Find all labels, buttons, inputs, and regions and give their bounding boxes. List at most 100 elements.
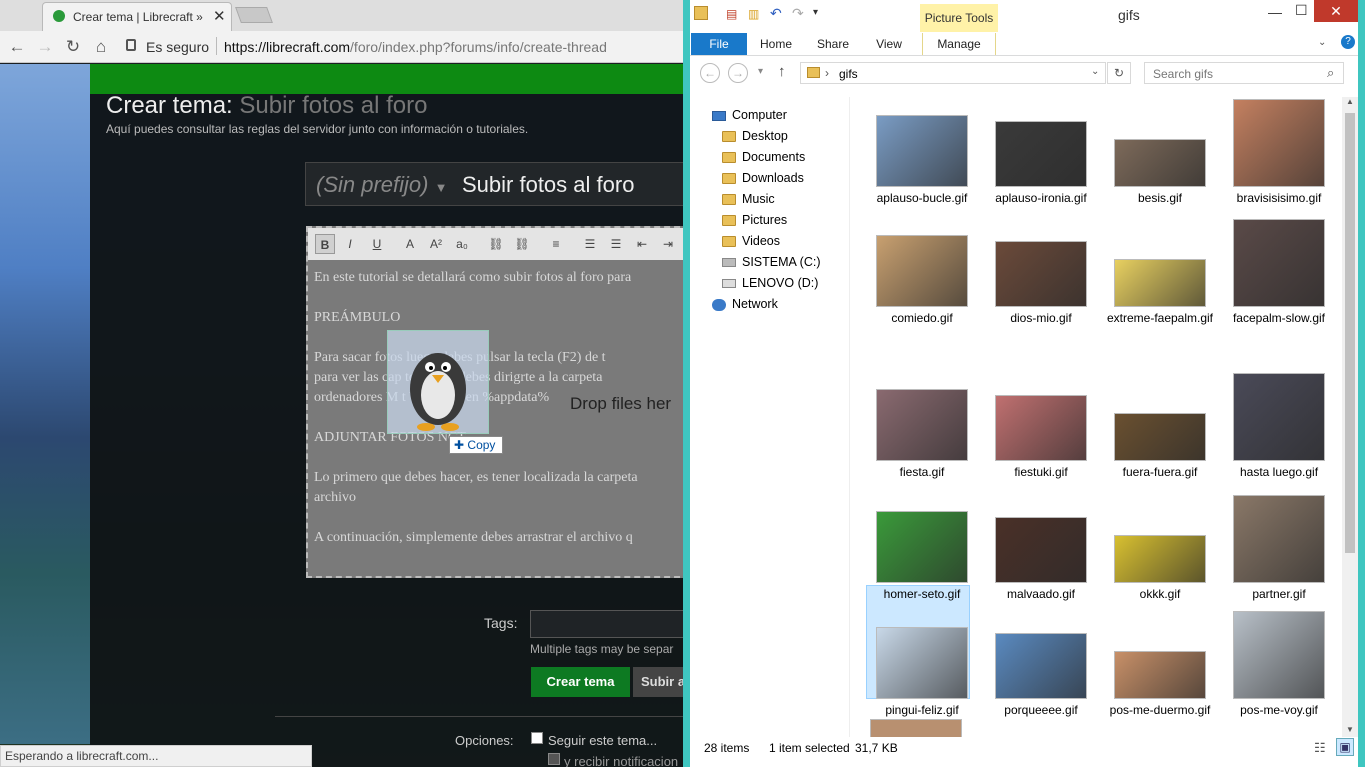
tree-item-documents[interactable]: Documents — [722, 147, 805, 167]
details-view-icon[interactable]: ☷ — [1314, 740, 1326, 756]
tree-item-computer[interactable]: Computer — [712, 105, 787, 125]
scrollbar-thumb[interactable] — [1345, 113, 1355, 553]
create-thread-button[interactable]: Crear tema — [531, 667, 630, 697]
file-item[interactable]: pingui-feliz.gif — [864, 605, 980, 717]
file-item[interactable]: dios-mio.gif — [983, 213, 1099, 325]
tab-share[interactable]: Share — [810, 33, 856, 55]
prefix-select[interactable]: (Sin prefijo) ▼ — [316, 172, 447, 198]
editor-tool-button[interactable]: U — [367, 234, 387, 254]
file-item[interactable]: hasta luego.gif — [1221, 367, 1337, 479]
close-tab-icon[interactable]: ✕ — [213, 7, 226, 25]
file-item[interactable]: besis.gif — [1102, 97, 1218, 205]
file-item[interactable]: bravisisisimo.gif — [1221, 97, 1337, 205]
tab-view[interactable]: View — [866, 33, 912, 55]
editor-tool-button[interactable]: A — [400, 234, 420, 254]
file-item[interactable]: porqueeee.gif — [983, 605, 1099, 717]
tab-file[interactable]: File — [691, 33, 747, 55]
tree-item-drive-d[interactable]: LENOVO (D:) — [722, 273, 818, 293]
tags-input[interactable] — [530, 610, 690, 638]
tree-label: Computer — [732, 108, 787, 122]
editor-tool-button[interactable]: a₀ — [452, 234, 472, 254]
tree-label: SISTEMA (C:) — [742, 255, 821, 269]
file-item[interactable]: pos-me-duermo.gif — [1102, 605, 1218, 717]
file-item[interactable]: extreme-faepalm.gif — [1102, 213, 1218, 325]
up-icon[interactable]: ↑ — [778, 63, 786, 80]
file-item[interactable]: comiedo.gif — [864, 213, 980, 325]
search-input[interactable]: Search gifs ⌕ — [1144, 62, 1344, 84]
editor-tool-button[interactable]: I — [340, 234, 360, 254]
editor-tool-button[interactable]: B — [315, 234, 335, 254]
url-divider — [216, 37, 217, 55]
vertical-scrollbar[interactable]: ▲ ▼ — [1342, 97, 1358, 737]
thread-title-input[interactable]: Subir fotos al foro — [462, 172, 634, 198]
file-item[interactable]: okkk.gif — [1102, 489, 1218, 601]
reload-icon[interactable]: ↻ — [62, 36, 84, 58]
help-icon[interactable]: ? — [1341, 35, 1355, 49]
url-input[interactable]: https://librecraft.com/foro/index.php?fo… — [224, 39, 607, 55]
file-name: aplauso-bucle.gif — [876, 191, 968, 205]
tree-item-music[interactable]: Music — [722, 189, 775, 209]
scroll-up-icon[interactable]: ▲ — [1346, 97, 1354, 106]
tab-home[interactable]: Home — [752, 33, 800, 55]
editor-tool-button[interactable]: A² — [426, 234, 446, 254]
tree-item-desktop[interactable]: Desktop — [722, 126, 788, 146]
large-icons-view-icon[interactable]: ▣ — [1336, 738, 1354, 756]
editor-tool-button[interactable]: ☰ — [580, 234, 600, 254]
editor-tool-button[interactable]: ⇤ — [632, 234, 652, 254]
back-icon[interactable]: ← — [6, 36, 28, 58]
editor-tool-button[interactable]: ⇥ — [658, 234, 678, 254]
maximize-icon[interactable]: ☐ — [1295, 2, 1308, 19]
editor-tool-button[interactable]: ☰ — [606, 234, 626, 254]
editor-tool-button[interactable]: ⛓ — [512, 234, 532, 254]
forward-icon[interactable]: → — [728, 63, 748, 83]
minimize-icon[interactable]: — — [1268, 4, 1282, 20]
file-item[interactable]: fiestuki.gif — [983, 367, 1099, 479]
properties-icon[interactable]: ▤ — [726, 7, 737, 21]
browser-tab[interactable]: Crear tema | Librecraft » ✕ — [42, 2, 232, 31]
forward-icon[interactable]: → — [34, 36, 56, 58]
tree-item-drive-c[interactable]: SISTEMA (C:) — [722, 252, 820, 272]
file-item[interactable]: aplauso-ironia.gif — [983, 97, 1099, 205]
home-icon[interactable]: ⌂ — [90, 36, 112, 58]
undo-icon[interactable]: ↶ — [770, 5, 782, 22]
file-item[interactable]: partner.gif — [1221, 489, 1337, 601]
file-item[interactable]: homer-seto.gif — [864, 489, 980, 601]
search-icon: ⌕ — [1327, 65, 1335, 80]
notify-checkbox[interactable] — [548, 753, 560, 765]
file-item[interactable]: facepalm-slow.gif — [1221, 213, 1337, 325]
tree-item-videos[interactable]: Videos — [722, 231, 780, 251]
tree-item-downloads[interactable]: Downloads — [722, 168, 804, 188]
editor-tool-button[interactable]: ⛓ — [486, 234, 506, 254]
thread-title-field[interactable]: (Sin prefijo) ▼ Subir fotos al foro — [305, 162, 690, 206]
address-path[interactable]: › gifs ⌄ — [800, 62, 1106, 84]
refresh-icon[interactable]: ↻ — [1107, 62, 1131, 84]
title-bar — [690, 0, 1358, 32]
tree-item-pictures[interactable]: Pictures — [722, 210, 787, 230]
path-segment[interactable]: gifs — [839, 67, 858, 81]
new-tab-button[interactable] — [235, 7, 273, 23]
file-item[interactable]: malvaado.gif — [983, 489, 1099, 601]
new-folder-icon[interactable]: ▥ — [748, 7, 759, 21]
scroll-down-icon[interactable]: ▼ — [1346, 725, 1354, 734]
gif-thumbnail — [1114, 259, 1206, 307]
upload-file-button[interactable]: Subir a — [633, 667, 690, 697]
file-item[interactable]: fuera-fuera.gif — [1102, 367, 1218, 479]
back-icon[interactable]: ← — [700, 63, 720, 83]
recent-chevron-icon[interactable]: ▾ — [758, 66, 763, 77]
computer-icon — [712, 110, 726, 121]
file-item[interactable]: aplauso-bucle.gif — [864, 97, 980, 205]
redo-icon[interactable]: ↷ — [792, 5, 804, 22]
follow-checkbox[interactable] — [531, 732, 543, 744]
editor-tool-button[interactable]: ≡ — [546, 234, 566, 254]
path-chevron-icon[interactable]: ⌄ — [1091, 66, 1099, 77]
close-window-button[interactable]: ✕ — [1314, 0, 1358, 22]
customize-chevron-icon[interactable]: ▾ — [813, 7, 818, 18]
folder-icon — [722, 152, 736, 164]
expand-ribbon-icon[interactable]: ⌄ — [1318, 37, 1326, 48]
file-item[interactable]: pos-me-voy.gif — [1221, 605, 1337, 717]
tree-label: Downloads — [742, 171, 804, 185]
file-item[interactable]: fiesta.gif — [864, 367, 980, 479]
gif-thumbnail — [1233, 495, 1325, 583]
tab-manage[interactable]: Manage — [922, 33, 996, 55]
tree-item-network[interactable]: Network — [712, 294, 778, 314]
